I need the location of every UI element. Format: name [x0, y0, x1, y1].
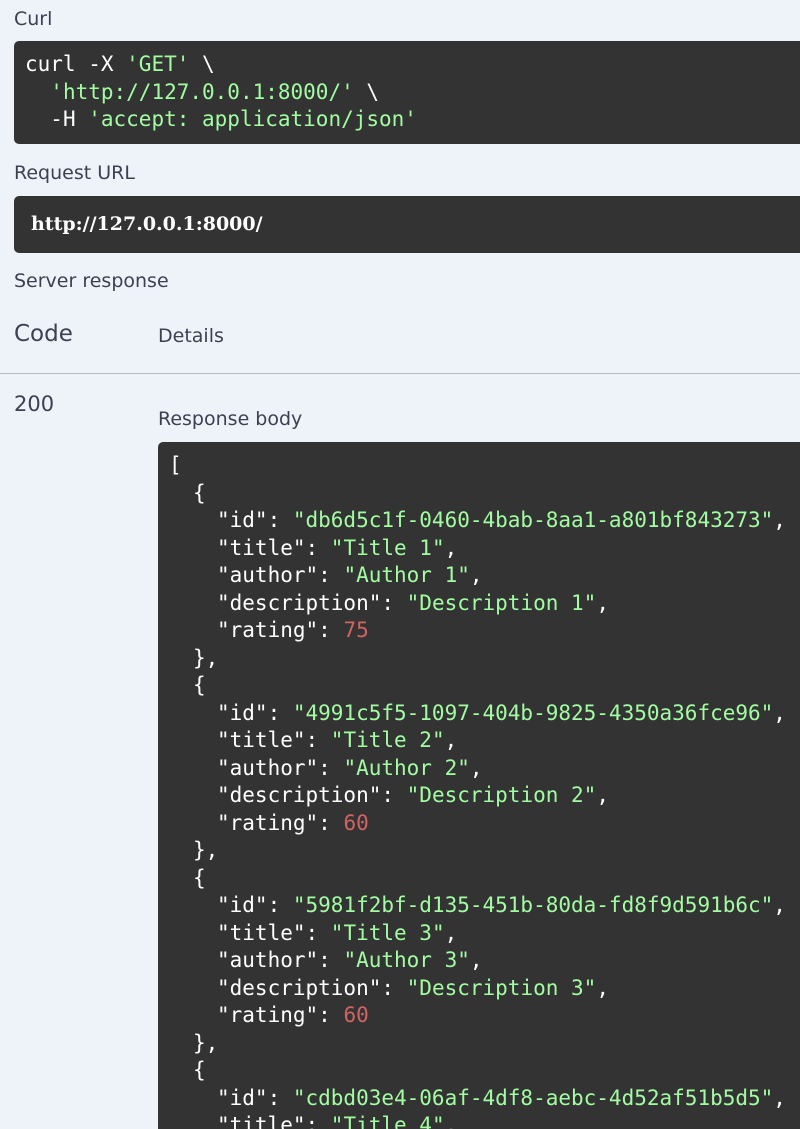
json-key-description: "description": [217, 783, 407, 807]
json-key-title: "title": [217, 728, 331, 752]
request-url-value: http://127.0.0.1:8000/ [31, 213, 263, 235]
status-code: 200 [14, 392, 55, 416]
json-key-title: "title": [217, 1113, 331, 1129]
json-object-close: }, [193, 838, 219, 862]
curl-label: Curl [14, 8, 53, 30]
json-field-id: "id": "cdbd03e4-06af-4df8-aebc-4d52af51b… [169, 1085, 800, 1113]
json-object-open: { [193, 1058, 206, 1082]
curl-continuation: \ [189, 52, 215, 76]
json-comma: , [596, 975, 609, 1000]
json-key-author: "author": [217, 755, 344, 780]
json-value-rating: 60 [343, 1003, 369, 1027]
json-comma: , [596, 783, 609, 807]
json-field-rating: "rating": 60 [169, 810, 800, 838]
curl-url: 'http://127.0.0.1:8000/' [50, 79, 354, 104]
json-comma: , [773, 1085, 786, 1110]
json-key-author: "author": [217, 563, 344, 587]
json-value-id: "cdbd03e4-06af-4df8-aebc-4d52af51b5d5" [292, 1085, 774, 1110]
json-value-rating: 60 [343, 810, 369, 835]
request-url-block[interactable]: http://127.0.0.1:8000/ [14, 196, 800, 253]
json-comma: , [773, 893, 786, 917]
curl-method: 'GET' [126, 52, 190, 76]
json-field-title: "title": "Title 4", [169, 1112, 800, 1129]
json-value-description: "Description 2" [406, 783, 597, 807]
json-comma: , [469, 948, 483, 972]
curl-header-value: 'accept: application/json' [88, 107, 417, 131]
json-key-rating: "rating": [217, 810, 344, 835]
json-field-id: "id": "4991c5f5-1097-404b-9825-4350a36fc… [169, 700, 800, 728]
json-value-id: "5981f2bf-d135-451b-80da-fd8f9d591b6c" [292, 893, 774, 917]
json-comma: , [773, 508, 786, 532]
json-value-title: "Title 1" [330, 535, 445, 560]
json-value-id: "db6d5c1f-0460-4bab-8aa1-a801bf843273" [292, 508, 774, 532]
json-field-description: "description": "Description 3", [169, 975, 800, 1003]
json-comma: , [773, 700, 786, 725]
curl-header-flag: -H [50, 107, 89, 131]
json-key-rating: "rating": [217, 618, 344, 642]
json-object-close: }, [193, 645, 219, 670]
json-key-id: "id": [217, 893, 293, 917]
json-field-rating: "rating": 75 [169, 617, 800, 645]
json-field-title: "title": "Title 3", [169, 920, 800, 948]
json-key-id: "id": [217, 1085, 293, 1110]
json-key-id: "id": [217, 700, 293, 725]
json-value-description: "Description 1" [406, 590, 597, 615]
json-object-open: { [193, 673, 206, 697]
json-comma: , [469, 563, 483, 587]
json-comma: , [444, 728, 458, 752]
json-key-description: "description": [217, 590, 407, 615]
json-comma: , [444, 1113, 458, 1129]
details-column-header: Details [158, 325, 224, 347]
response-body-label: Response body [158, 408, 303, 430]
json-field-rating: "rating": 60 [169, 1002, 800, 1030]
json-key-title: "title": [217, 535, 331, 560]
json-comma: , [444, 535, 458, 560]
json-value-author: "Author 3" [343, 948, 470, 972]
curl-command-block[interactable]: curl -X 'GET' \ 'http://127.0.0.1:8000/'… [14, 41, 800, 144]
request-url-label: Request URL [14, 162, 135, 184]
json-field-author: "author": "Author 3", [169, 947, 800, 975]
json-value-id: "4991c5f5-1097-404b-9825-4350a36fce96" [292, 700, 774, 725]
json-key-author: "author": [217, 948, 344, 972]
json-object-open: { [193, 480, 206, 505]
json-comma: , [596, 590, 609, 615]
json-field-title: "title": "Title 1", [169, 535, 800, 563]
json-comma: , [444, 920, 458, 945]
server-response-label: Server response [14, 270, 169, 292]
json-key-description: "description": [217, 975, 407, 1000]
json-field-description: "description": "Description 1", [169, 590, 800, 618]
json-object-open: { [193, 865, 206, 890]
json-value-rating: 75 [343, 618, 369, 642]
json-value-title: "Title 3" [330, 920, 445, 945]
json-key-id: "id": [217, 508, 293, 532]
json-value-description: "Description 3" [406, 975, 597, 1000]
table-divider [0, 373, 800, 374]
json-value-title: "Title 2" [330, 728, 445, 752]
json-field-author: "author": "Author 2", [169, 755, 800, 783]
response-body-block[interactable]: [{"id": "db6d5c1f-0460-4bab-8aa1-a801bf8… [158, 442, 800, 1129]
json-value-author: "Author 1" [343, 563, 470, 587]
json-field-id: "id": "db6d5c1f-0460-4bab-8aa1-a801bf843… [169, 507, 800, 535]
json-value-author: "Author 2" [343, 755, 470, 780]
json-key-rating: "rating": [217, 1003, 344, 1027]
code-column-header: Code [14, 321, 73, 347]
curl-continuation: \ [353, 79, 380, 104]
json-field-author: "author": "Author 1", [169, 562, 800, 590]
json-object-close: }, [193, 1030, 219, 1055]
json-value-title: "Title 4" [330, 1113, 445, 1129]
json-field-id: "id": "5981f2bf-d135-451b-80da-fd8f9d591… [169, 892, 800, 920]
curl-command: curl -X [25, 52, 127, 76]
json-field-description: "description": "Description 2", [169, 782, 800, 810]
json-field-title: "title": "Title 2", [169, 727, 800, 755]
json-open-bracket: [ [169, 453, 182, 477]
json-comma: , [469, 755, 483, 780]
json-key-title: "title": [217, 920, 331, 945]
